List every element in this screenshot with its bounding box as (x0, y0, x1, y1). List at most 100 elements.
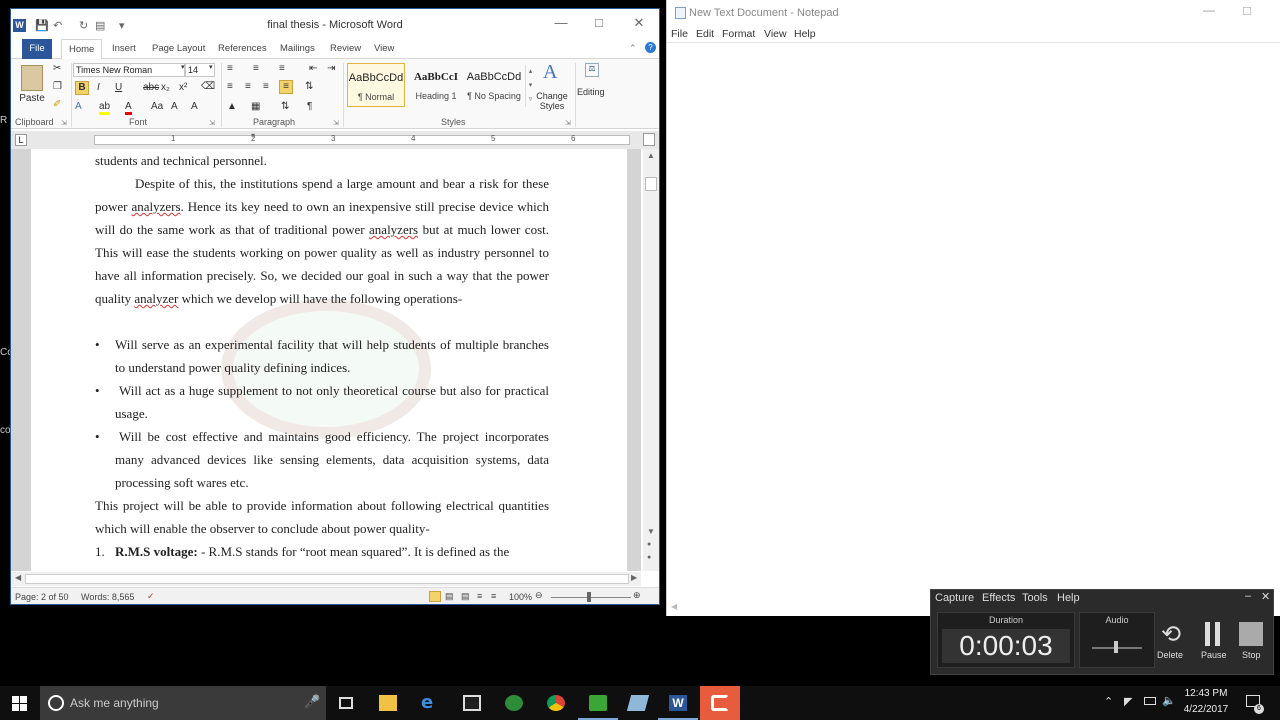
proofing-icon[interactable]: ✓ (147, 591, 155, 602)
bold-button[interactable]: B (75, 81, 89, 95)
grow-font-icon[interactable]: A (171, 101, 178, 112)
dialog-launcher-icon[interactable]: ⇲ (565, 119, 571, 127)
next-page-icon[interactable]: ● (647, 554, 651, 561)
camtasia-recorder-icon[interactable] (700, 686, 740, 720)
tab-references[interactable]: References (211, 39, 274, 59)
pause-icon[interactable] (1215, 622, 1220, 646)
find-icon[interactable]: ⚖ (585, 63, 599, 77)
align-left-icon[interactable]: ≡ (227, 81, 233, 92)
edge-icon[interactable]: e (410, 686, 450, 720)
tab-selector-icon[interactable]: L (15, 134, 27, 146)
highlight-icon[interactable]: ab (99, 101, 111, 115)
numbering-icon[interactable]: ≡ (253, 63, 259, 74)
volume-muted-icon[interactable]: 🔈 (1162, 694, 1176, 707)
draft-icon[interactable]: ≡ (491, 591, 496, 601)
zoom-level[interactable]: 100% (509, 592, 532, 602)
task-view-icon[interactable] (326, 686, 366, 720)
menu-tools[interactable]: Tools (1022, 592, 1048, 604)
scroll-left-icon[interactable]: ◀ (15, 573, 21, 582)
menu-help[interactable]: Help (1057, 592, 1080, 604)
minimize-icon[interactable]: — (547, 15, 575, 35)
clear-format-icon[interactable]: ⌫ (201, 81, 215, 92)
tab-file[interactable]: File (22, 39, 52, 59)
scroll-down-icon[interactable]: ▼ (647, 527, 655, 536)
dialog-launcher-icon[interactable]: ⇲ (61, 119, 67, 127)
menu-file[interactable]: File (671, 28, 688, 40)
stop-icon[interactable] (1239, 622, 1263, 646)
microphone-icon[interactable]: 🎤 (304, 694, 320, 710)
styles-scroll-icon[interactable]: ▴ ▾ ▿ (525, 65, 535, 107)
menu-effects[interactable]: Effects (982, 592, 1015, 604)
maximize-icon[interactable]: □ (585, 15, 613, 35)
scroll-thumb[interactable] (25, 574, 629, 584)
previous-page-icon[interactable]: ● (647, 541, 651, 548)
chevron-down-icon[interactable]: ▾ (209, 63, 213, 71)
page-count[interactable]: Page: 2 of 50 (15, 592, 69, 602)
paste-button[interactable]: Paste (19, 93, 45, 104)
tab-view[interactable]: View (367, 39, 401, 59)
word-taskbar-icon[interactable]: W (658, 686, 698, 720)
pause-button[interactable]: Pause (1201, 650, 1227, 660)
menu-view[interactable]: View (764, 28, 787, 40)
xbox-icon[interactable] (494, 686, 534, 720)
help-icon[interactable]: ? (645, 42, 656, 53)
web-layout-icon[interactable]: ▤ (461, 591, 470, 602)
stop-button[interactable]: Stop (1242, 650, 1261, 660)
wifi-icon[interactable]: ◤ (1124, 695, 1132, 708)
dialog-launcher-icon[interactable]: ⇲ (333, 119, 339, 127)
battery-icon[interactable] (1144, 697, 1156, 705)
zoom-out-icon[interactable]: ⊖ (535, 590, 543, 601)
pause-icon[interactable] (1205, 622, 1210, 646)
line-spacing-icon[interactable]: ⇅ (305, 81, 313, 92)
bullets-icon[interactable]: ≡ (227, 63, 233, 74)
editing-button[interactable]: Editing (577, 87, 605, 97)
superscript-button[interactable]: x² (179, 82, 187, 93)
menu-format[interactable]: Format (722, 28, 755, 40)
cut-icon[interactable]: ✂ (53, 63, 61, 74)
print-layout-icon[interactable] (429, 591, 441, 602)
full-screen-icon[interactable]: ▤ (445, 591, 454, 602)
chrome-icon[interactable] (536, 686, 576, 720)
zoom-slider[interactable] (551, 597, 631, 598)
shrink-font-icon[interactable]: A (191, 101, 198, 112)
subscript-button[interactable]: x₂ (161, 82, 170, 93)
dialog-launcher-icon[interactable]: ⇲ (209, 119, 215, 127)
tab-mailings[interactable]: Mailings (273, 39, 322, 59)
misspelled-word[interactable]: analyzer (134, 291, 178, 306)
outline-icon[interactable]: ≡ (477, 591, 482, 601)
minimize-icon[interactable]: – (1245, 590, 1251, 602)
justify-icon[interactable]: ≡ (279, 80, 293, 94)
style-normal[interactable]: AaBbCcDd ¶ Normal (347, 63, 405, 107)
indent-marker-icon[interactable]: ▾ (251, 131, 255, 140)
align-center-icon[interactable]: ≡ (245, 81, 251, 92)
close-icon[interactable]: ✕ (1261, 590, 1270, 603)
tab-page-layout[interactable]: Page Layout (145, 39, 212, 59)
tab-review[interactable]: Review (323, 39, 368, 59)
horizontal-scrollbar[interactable]: ◀ ▶ (11, 572, 641, 586)
chevron-down-icon[interactable]: ▾ (181, 63, 185, 71)
zoom-in-icon[interactable]: ⊕ (633, 590, 641, 601)
collapse-ribbon-icon[interactable]: ⌃ (629, 43, 637, 54)
close-icon[interactable]: ✕ (625, 15, 653, 35)
delete-icon[interactable]: ⟲ (1161, 620, 1181, 649)
show-marks-icon[interactable]: ¶ (307, 101, 312, 112)
clock-time[interactable]: 12:43 PM (1178, 688, 1234, 699)
camtasia-icon[interactable] (578, 686, 618, 720)
chevron-up-icon[interactable]: ⌃ (1104, 695, 1113, 708)
maximize-icon[interactable]: □ (1243, 3, 1251, 18)
change-styles-icon[interactable]: A (543, 61, 557, 84)
ruler[interactable]: L 1 2 3 4 5 6 ▾ (11, 131, 659, 149)
document-page[interactable]: students and technical personnel. Despit… (31, 149, 627, 571)
tab-insert[interactable]: Insert (105, 39, 143, 59)
sort-icon[interactable]: ⇅ (281, 101, 289, 112)
vertical-scrollbar[interactable]: ▲ ▼ ● ● (643, 149, 659, 571)
paste-icon[interactable] (21, 65, 43, 91)
file-explorer-icon[interactable] (368, 686, 408, 720)
scroll-thumb[interactable] (645, 177, 657, 191)
borders-icon[interactable]: ▦ (251, 101, 260, 112)
delete-button[interactable]: Delete (1157, 650, 1183, 660)
shading-icon[interactable]: ▲ (227, 101, 237, 112)
underline-button[interactable]: U (115, 82, 122, 93)
text-effects-icon[interactable]: A (75, 101, 82, 112)
clock-date[interactable]: 4/22/2017 (1178, 704, 1234, 715)
